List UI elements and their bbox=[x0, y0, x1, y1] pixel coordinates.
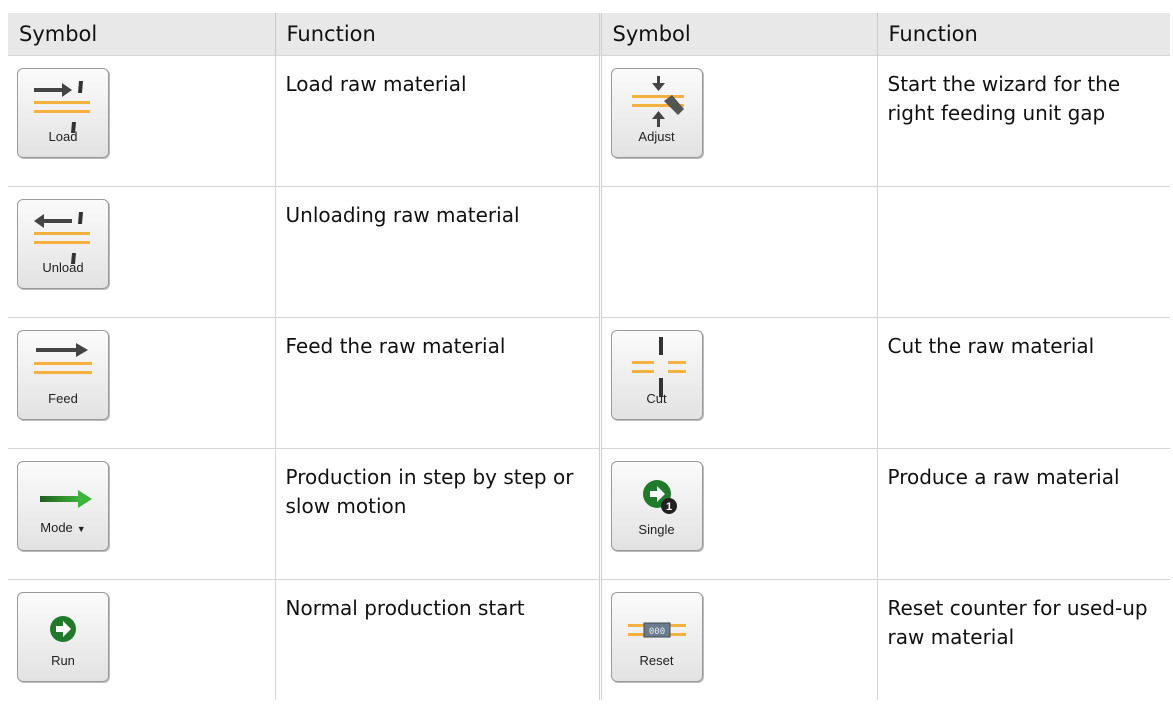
symbol-cell: Load bbox=[8, 55, 275, 187]
reset-button[interactable]: 000 Reset bbox=[610, 592, 703, 682]
function-text: Load raw material bbox=[285, 72, 467, 96]
symbol-cell: Cut bbox=[598, 317, 877, 449]
table-row: Run Normal production start 000 Reset Re… bbox=[8, 579, 1170, 700]
header-symbol-1: Symbol bbox=[8, 13, 275, 56]
function-cell: Produce a raw material bbox=[876, 448, 1170, 580]
header-symbol-2: Symbol bbox=[598, 13, 877, 56]
function-text: Reset counter for used-up raw material bbox=[887, 596, 1148, 649]
header-row: Symbol Function Symbol Function bbox=[8, 13, 1170, 56]
feed-button-label: Feed bbox=[48, 391, 78, 406]
single-badge: 1 bbox=[665, 501, 671, 513]
run-button-label: Run bbox=[51, 653, 75, 668]
function-cell: Production in step by step or slow motio… bbox=[274, 448, 600, 580]
function-cell: Load raw material bbox=[274, 55, 600, 187]
mode-button[interactable]: Mode ▼ bbox=[17, 461, 109, 551]
run-button[interactable]: Run bbox=[17, 592, 109, 682]
load-button-label: Load bbox=[48, 129, 78, 144]
header-function-2: Function bbox=[876, 13, 1170, 56]
function-text: Produce a raw material bbox=[887, 465, 1120, 489]
symbol-cell: Run bbox=[8, 579, 275, 700]
table-row: Unload Unloading raw material bbox=[8, 186, 1171, 318]
single-button[interactable]: 1 Single bbox=[610, 461, 703, 551]
feed-button[interactable]: Feed bbox=[17, 330, 109, 420]
function-cell: Cut the raw material bbox=[876, 317, 1170, 449]
unload-button-label: Unload bbox=[42, 260, 84, 275]
reset-button-label: Reset bbox=[639, 653, 674, 668]
adjust-button-label: Adjust bbox=[638, 129, 675, 144]
symbol-cell: 000 Reset bbox=[598, 579, 877, 700]
chevron-down-icon[interactable]: ▼ bbox=[77, 524, 86, 534]
header-function-1: Function bbox=[274, 13, 600, 56]
symbol-cell: 1 Single bbox=[598, 448, 877, 580]
table-row: Load Load raw material Adjust Start the … bbox=[8, 55, 1170, 187]
function-cell: Reset counter for used-up raw material bbox=[876, 579, 1170, 700]
mode-label-text: Mode bbox=[40, 520, 73, 535]
function-text: Cut the raw material bbox=[887, 334, 1095, 358]
symbol-cell: Unload bbox=[8, 186, 275, 318]
cut-button[interactable]: Cut bbox=[610, 330, 703, 420]
symbol-cell: Feed bbox=[8, 317, 275, 449]
cut-button-label: Cut bbox=[646, 391, 667, 406]
mode-button-label: Mode ▼ bbox=[18, 513, 108, 544]
function-text: Normal production start bbox=[285, 596, 525, 620]
unload-button[interactable]: Unload bbox=[17, 199, 109, 289]
function-text: Feed the raw material bbox=[285, 334, 506, 358]
reset-counter-digits: 000 bbox=[648, 627, 664, 637]
function-text: Unloading raw material bbox=[285, 203, 520, 227]
table-row: Mode ▼ Production in step by step or slow… bbox=[8, 448, 1170, 580]
function-cell: Unloading raw material bbox=[274, 186, 600, 318]
symbol-cell: Mode ▼ bbox=[8, 448, 275, 580]
single-button-label: Single bbox=[638, 522, 675, 537]
symbol-cell: Adjust bbox=[598, 55, 877, 187]
function-cell: Normal production start bbox=[274, 579, 600, 700]
adjust-button[interactable]: Adjust bbox=[610, 68, 703, 158]
function-cell: Start the wizard for the right feeding u… bbox=[876, 55, 1170, 187]
function-cell: Feed the raw material bbox=[274, 317, 600, 449]
table-row: Feed Feed the raw material Cut Cut the r… bbox=[8, 317, 1170, 449]
function-text: Start the wizard for the right feeding u… bbox=[887, 72, 1121, 125]
load-button[interactable]: Load bbox=[17, 68, 109, 158]
symbol-cell-empty bbox=[598, 186, 877, 318]
function-text: Production in step by step or slow motio… bbox=[285, 465, 574, 518]
function-cell-empty bbox=[876, 186, 1171, 318]
function-text bbox=[878, 187, 1171, 201]
symbol-function-table: Symbol Function Symbol Function Load Loa… bbox=[8, 13, 1170, 700]
